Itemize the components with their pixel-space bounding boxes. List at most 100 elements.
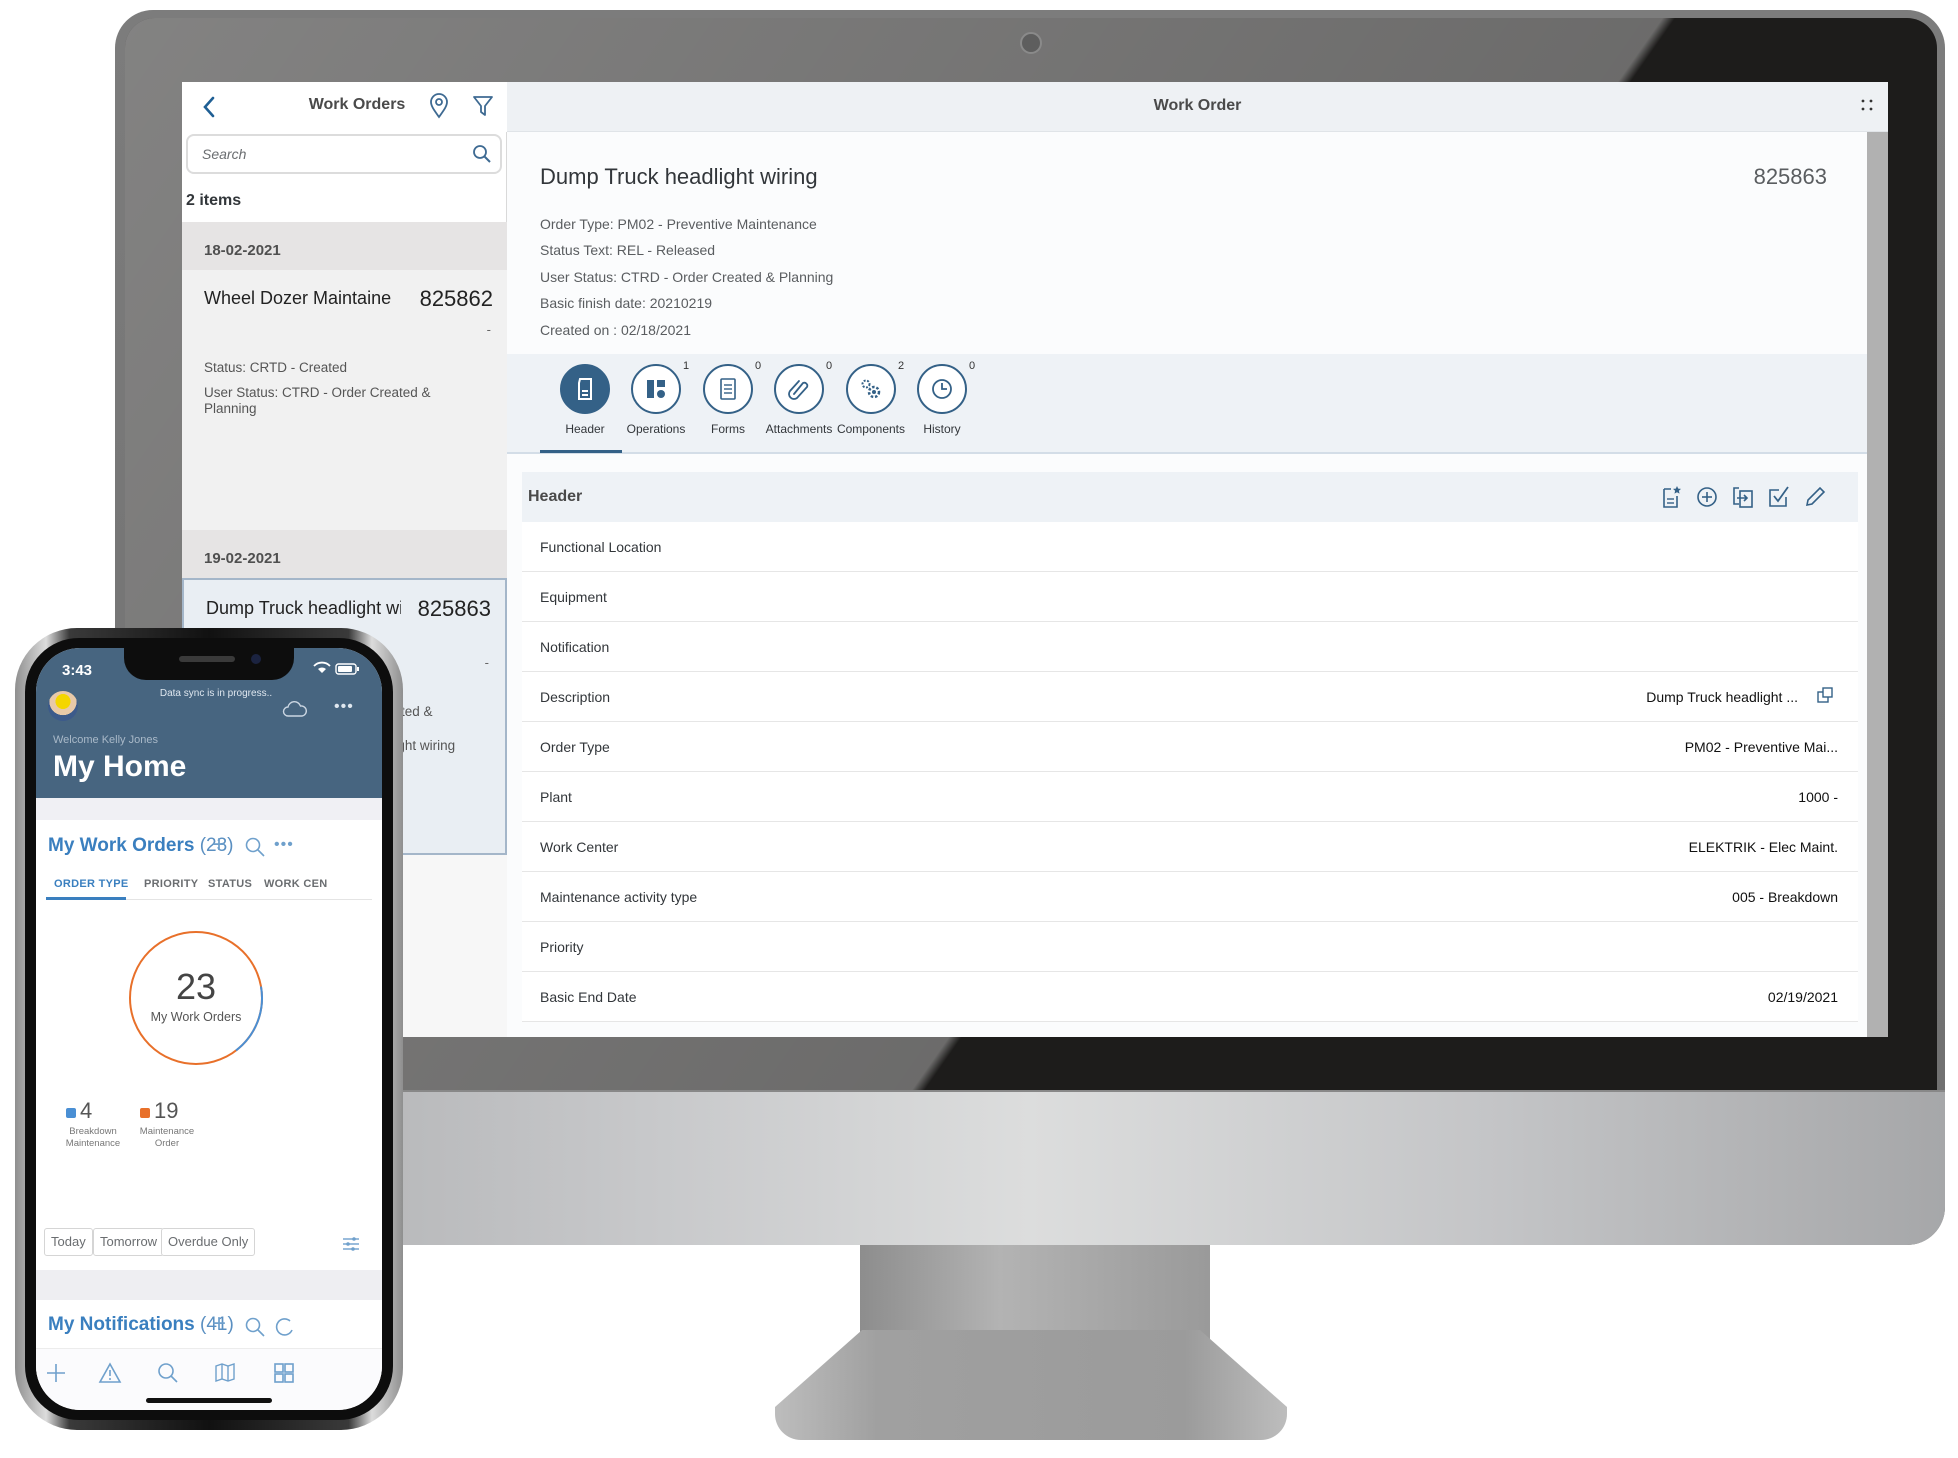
work-order-card[interactable]: Wheel Dozer Maintaine 825862 - Status: C… [182, 270, 507, 513]
property-value: 1000 - [1798, 789, 1838, 805]
chevron-left-icon [203, 96, 215, 118]
legend-swatch-maintenance-order [140, 1108, 150, 1118]
filter-chip-overdue[interactable]: Overdue Only [161, 1228, 256, 1256]
user-status-attr: User Status: CTRD - Order Created & Plan… [540, 269, 834, 285]
search-placeholder: Search [202, 146, 247, 162]
work-orders-card-title[interactable]: My Work Orders (23) [48, 835, 234, 857]
new-document-icon[interactable] [1658, 484, 1684, 510]
refresh-icon[interactable] [274, 1316, 296, 1338]
property-label: Plant [540, 789, 572, 805]
status-text-attr: Status Text: REL - Released [540, 242, 716, 258]
section-title: Header [528, 488, 583, 505]
donut-total: 23 [175, 966, 217, 1007]
property-row[interactable]: Order Type PM02 - Preventive Mai... [522, 722, 1858, 772]
property-row[interactable]: Equipment [522, 572, 1858, 622]
card-dash: - [486, 322, 491, 337]
property-row[interactable]: Priority [522, 922, 1858, 972]
legend-label-line: Maintenance [65, 1138, 121, 1149]
card-filler [182, 420, 507, 530]
property-row[interactable]: Notification [522, 622, 1858, 672]
work-orders-tabs: ORDER TYPE PRIORITY STATUS WORK CEN [46, 874, 372, 900]
items-count: 2 items [186, 192, 242, 209]
webcam-icon [1020, 32, 1042, 54]
property-row[interactable]: Basic End Date 02/19/2021 [522, 972, 1858, 1022]
group-date: 18-02-2021 [204, 242, 281, 259]
search-icon[interactable] [156, 1361, 180, 1385]
property-row[interactable]: Functional Location [522, 522, 1858, 572]
warning-icon[interactable] [98, 1361, 122, 1385]
property-value: 02/19/2021 [1767, 989, 1838, 1005]
paperclip-icon [774, 364, 824, 414]
property-label: Basic End Date [540, 989, 637, 1005]
add-icon[interactable]: + [212, 831, 226, 859]
map-icon[interactable] [214, 1361, 238, 1385]
avatar[interactable] [48, 691, 78, 721]
donut-label: My Work Orders [150, 1010, 242, 1024]
home-indicator [146, 1398, 272, 1403]
copy-icon[interactable] [1816, 686, 1834, 704]
order-type-attr: Order Type: PM02 - Preventive Maintenanc… [540, 216, 817, 232]
tab-history[interactable]: 0 History [897, 360, 987, 450]
card-dash: - [484, 655, 489, 670]
tab-order-type[interactable]: ORDER TYPE [54, 878, 129, 890]
property-row[interactable]: Work Center ELEKTRIK - Elec Maint. [522, 822, 1858, 872]
list-title: Work Orders [308, 96, 406, 113]
property-row[interactable]: Description Dump Truck headlight ... [522, 672, 1858, 722]
more-icon[interactable]: ••• [334, 698, 354, 716]
map-pin-icon[interactable] [426, 92, 452, 120]
object-id: 825863 [1753, 164, 1827, 189]
filter-chip-tomorrow[interactable]: Tomorrow [93, 1228, 165, 1256]
list-navbar: Work Orders [182, 82, 507, 132]
property-label: Equipment [540, 589, 607, 605]
basic-finish-date-attr: Basic finish date: 20210219 [540, 295, 713, 311]
property-row[interactable]: Plant 1000 - [522, 772, 1858, 822]
scrollbar[interactable] [1867, 132, 1888, 1037]
monitor-stand-base [775, 1330, 1287, 1440]
search-icon[interactable] [244, 836, 266, 858]
sync-status-text: Data sync is in progress.. [159, 688, 273, 699]
more-icon[interactable]: ••• [274, 836, 294, 854]
active-tab-indicator [540, 450, 622, 453]
card-status: Status: CRTD - Created [204, 360, 348, 375]
filter-settings-icon[interactable] [342, 1236, 360, 1252]
section-gap [36, 798, 382, 820]
card-title: Wheel Dozer Maintaine [204, 288, 392, 308]
tab-priority[interactable]: PRIORITY [144, 878, 198, 890]
transfer-icon[interactable] [1730, 484, 1756, 510]
cloud-icon[interactable] [282, 700, 308, 718]
card-id: 825862 [419, 286, 493, 311]
legend-swatch-breakdown [66, 1108, 76, 1118]
search-input[interactable]: Search [186, 134, 502, 174]
back-button[interactable] [198, 94, 222, 120]
home-title: My Home [53, 750, 187, 783]
add-icon[interactable]: + [212, 1310, 226, 1338]
search-icon[interactable] [244, 1316, 266, 1338]
object-title: Dump Truck headlight wiring [540, 164, 818, 189]
form-icon [703, 364, 753, 414]
notifications-title: My Notifications [48, 1314, 195, 1335]
tab-status[interactable]: STATUS [208, 878, 252, 890]
phone-header: 3:43 Data sync is in progress.. ••• Welc… [36, 648, 382, 798]
edit-pencil-icon[interactable] [1802, 484, 1828, 510]
welcome-text: Welcome Kelly Jones [53, 734, 158, 746]
grip-icon[interactable] [1860, 98, 1874, 112]
notifications-card-title[interactable]: My Notifications (41) [48, 1314, 234, 1336]
property-label: Priority [540, 939, 584, 955]
add-circle-icon[interactable] [1694, 484, 1720, 510]
checkbox-icon[interactable] [1766, 484, 1792, 510]
property-value: Dump Truck headlight ... [1646, 689, 1798, 705]
filter-chip-today[interactable]: Today [44, 1228, 93, 1256]
property-label: Work Center [540, 839, 619, 855]
add-icon[interactable] [44, 1361, 68, 1385]
legend-value: 4 [80, 1098, 93, 1123]
search-icon[interactable] [472, 144, 492, 164]
tab-work-center[interactable]: WORK CEN [264, 878, 328, 890]
tab-label: History [923, 422, 961, 436]
clock-icon [917, 364, 967, 414]
property-row[interactable]: Maintenance activity type 005 - Breakdown [522, 872, 1858, 922]
card-title: Dump Truck headlight wiring [206, 598, 401, 618]
property-value: 005 - Breakdown [1732, 889, 1838, 905]
filter-icon[interactable] [470, 92, 496, 120]
section-gap [36, 1270, 382, 1300]
grid-icon[interactable] [272, 1361, 296, 1385]
